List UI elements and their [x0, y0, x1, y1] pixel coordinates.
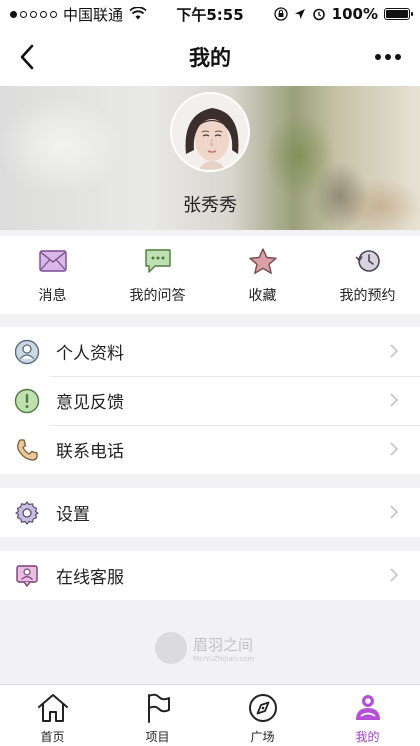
- battery-icon: [384, 8, 413, 20]
- menu-item-label: 联系电话: [56, 442, 124, 462]
- phone-icon: [14, 437, 40, 463]
- history-clock-icon: [353, 246, 383, 276]
- status-left: 中国联通: [10, 4, 147, 25]
- location-arrow-icon: [294, 9, 305, 19]
- tab-label: 我的: [355, 730, 380, 744]
- nav-bar: 我的: [0, 28, 420, 86]
- chat-bubble-icon: [143, 246, 173, 276]
- menu-item-label: 设置: [56, 505, 90, 525]
- quick-action-my-qa[interactable]: 我的问答: [108, 246, 208, 305]
- gear-icon: [14, 500, 40, 526]
- profile-icon: [351, 691, 385, 725]
- watermark: 眉羽之间 MeiYuZhiJian.com: [155, 630, 275, 666]
- tab-mine[interactable]: 我的: [328, 691, 408, 745]
- avatar[interactable]: [170, 92, 250, 172]
- avatar-portrait-image: [172, 94, 248, 170]
- chevron-right-icon: [390, 568, 399, 582]
- menu-item-online-service[interactable]: 在线客服: [0, 551, 420, 600]
- watermark-logo: [155, 632, 187, 664]
- menu-item-label: 意见反馈: [56, 393, 124, 413]
- watermark-text: 眉羽之间: [193, 635, 254, 654]
- chevron-right-icon: [390, 393, 399, 407]
- customer-service-icon: [14, 563, 40, 589]
- menu-group-settings: 设置: [0, 488, 420, 537]
- tab-label: 项目: [145, 730, 170, 744]
- menu-item-contact-phone[interactable]: 联系电话: [0, 425, 420, 474]
- signal-dots-icon: [10, 10, 57, 18]
- flag-icon: [141, 691, 175, 725]
- chevron-left-icon: [20, 44, 34, 70]
- menu-item-label: 个人资料: [56, 344, 124, 364]
- carrier-text: 中国联通: [63, 5, 124, 24]
- more-button[interactable]: [368, 40, 408, 74]
- compass-icon: [246, 691, 280, 725]
- quick-action-favorites[interactable]: 收藏: [213, 246, 313, 305]
- user-profile-icon: [14, 339, 40, 365]
- quick-action-label: 消息: [38, 287, 67, 304]
- profile-header: 张秀秀: [0, 86, 420, 230]
- menu-group-account: 个人资料 意见反馈 联系电话: [0, 327, 420, 474]
- tab-label: 首页: [40, 730, 65, 744]
- star-icon: [248, 246, 278, 276]
- chevron-right-icon: [390, 344, 399, 358]
- status-bar: 中国联通 下午5:55 100%: [0, 0, 420, 28]
- chevron-right-icon: [390, 505, 399, 519]
- alarm-icon: [312, 8, 325, 21]
- quick-action-label: 我的问答: [129, 287, 186, 304]
- wifi-icon: [129, 7, 147, 20]
- tab-label: 广场: [250, 730, 275, 744]
- menu-item-settings[interactable]: 设置: [0, 488, 420, 537]
- quick-action-messages[interactable]: 消息: [3, 246, 103, 305]
- quick-actions: 消息 我的问答 收藏 我的预约: [0, 236, 420, 314]
- profile-name: 张秀秀: [183, 195, 237, 216]
- quick-action-label: 收藏: [248, 287, 277, 304]
- mail-icon: [38, 246, 68, 276]
- status-right: 100%: [274, 5, 413, 23]
- more-dot-icon: [375, 54, 381, 60]
- tab-bar: 首页 项目 广场 我的: [0, 684, 420, 746]
- menu-item-profile[interactable]: 个人资料: [0, 327, 420, 376]
- quick-action-appointments[interactable]: 我的预约: [318, 246, 418, 305]
- lock-rotation-icon: [274, 7, 288, 21]
- tab-projects[interactable]: 项目: [118, 691, 198, 745]
- tab-plaza[interactable]: 广场: [223, 691, 303, 745]
- quick-action-label: 我的预约: [339, 287, 396, 304]
- chevron-right-icon: [390, 442, 399, 456]
- more-dot-icon: [385, 54, 391, 60]
- battery-percent: 100%: [331, 5, 378, 23]
- menu-item-label: 在线客服: [56, 568, 124, 588]
- tab-home[interactable]: 首页: [13, 691, 93, 745]
- back-button[interactable]: [10, 40, 44, 74]
- menu-item-feedback[interactable]: 意见反馈: [0, 376, 420, 425]
- exclamation-icon: [14, 388, 40, 414]
- page-title: 我的: [189, 46, 231, 70]
- more-dot-icon: [395, 54, 401, 60]
- menu-group-service: 在线客服: [0, 551, 420, 600]
- home-icon: [36, 691, 70, 725]
- watermark-subtext: MeiYuZhiJian.com: [193, 654, 255, 663]
